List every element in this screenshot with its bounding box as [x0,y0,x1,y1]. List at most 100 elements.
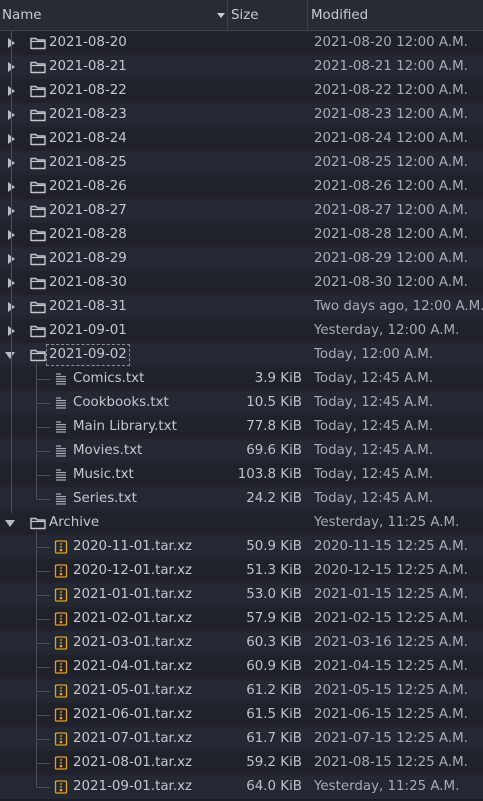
item-name: 2021-08-27 [49,203,127,218]
text-file-icon [54,444,70,458]
expand-arrow-icon[interactable] [4,31,16,55]
item-name: Archive [49,515,100,530]
item-modified: Today, 12:45 A.M. [314,371,434,386]
folder-row[interactable]: 2021-08-24 2021-08-24 12:00 A.M. [0,127,483,151]
item-name: 2021-02-01.tar.xz [73,611,193,626]
item-modified: Yesterday, 11:25 A.M. [314,515,460,530]
expand-arrow-icon[interactable] [4,295,16,319]
file-row[interactable]: 2021-09-01.tar.xz 64.0 KiB Yesterday, 11:2… [0,775,483,799]
file-row[interactable]: 2021-06-01.tar.xz 61.5 KiB 2021-06-15 12:2… [0,703,483,727]
item-name: 2021-05-01.tar.xz [73,683,193,698]
item-size: 51.3 KiB [246,563,302,578]
folder-row[interactable]: 2021-08-29 2021-08-29 12:00 A.M. [0,247,483,271]
item-modified: 2021-08-21 12:00 A.M. [314,59,468,74]
tree-connector-line [36,595,50,596]
expand-arrow-icon[interactable] [4,127,16,151]
item-size: 77.8 KiB [246,419,302,434]
folder-row[interactable]: 2021-08-28 2021-08-28 12:00 A.M. [0,223,483,247]
collapse-arrow-icon[interactable] [4,511,16,535]
item-modified: 2021-08-26 12:00 A.M. [314,179,468,194]
item-size: 103.8 KiB [237,467,302,482]
folder-row[interactable]: 2021-08-31 Two days ago, 12:00 A.M. [0,295,483,319]
tree-connector-line [36,715,50,716]
item-name: 2021-08-31 [49,299,127,314]
file-tree: 2021-08-20 2021-08-20 12:00 A.M. 2021-08-2… [0,31,483,799]
item-name: 2021-07-01.tar.xz [73,731,193,746]
item-name: 2021-08-01.tar.xz [73,755,193,770]
file-row[interactable]: 2021-01-01.tar.xz 53.0 KiB 2021-01-15 12:2… [0,583,483,607]
item-modified: 2021-03-16 12:25 A.M. [314,635,468,650]
column-header-name[interactable]: Name [0,0,227,30]
file-row[interactable]: 2021-02-01.tar.xz 57.9 KiB 2021-02-15 12:2… [0,607,483,631]
expand-arrow-icon[interactable] [4,151,16,175]
folder-row[interactable]: 2021-08-23 2021-08-23 12:00 A.M. [0,103,483,127]
expand-arrow-icon[interactable] [4,247,16,271]
file-row[interactable]: Series.txt 24.2 KiB Today, 12:45 A.M. [0,487,483,511]
item-modified: 2021-08-27 12:00 A.M. [314,203,468,218]
item-modified: 2021-08-23 12:00 A.M. [314,107,468,122]
text-file-icon [54,396,70,410]
item-modified: Yesterday, 12:00 A.M. [314,323,460,338]
file-row[interactable]: Movies.txt 69.6 KiB Today, 12:45 A.M. [0,439,483,463]
file-row[interactable]: Comics.txt 3.9 KiB Today, 12:45 A.M. [0,367,483,391]
folder-icon [30,180,46,194]
expand-arrow-icon[interactable] [4,103,16,127]
item-modified: 2021-02-15 12:25 A.M. [314,611,468,626]
expand-arrow-icon[interactable] [4,175,16,199]
file-row[interactable]: 2020-12-01.tar.xz 51.3 KiB 2020-12-15 12:2… [0,559,483,583]
item-name: 2021-09-01 [49,323,127,338]
expand-arrow-icon[interactable] [4,199,16,223]
expand-arrow-icon[interactable] [4,223,16,247]
folder-row[interactable]: 2021-08-21 2021-08-21 12:00 A.M. [0,55,483,79]
file-row[interactable]: 2021-05-01.tar.xz 61.2 KiB 2021-05-15 12:2… [0,679,483,703]
text-file-icon [54,372,70,386]
folder-icon [30,84,46,98]
folder-icon [30,252,46,266]
item-size: 61.2 KiB [246,683,302,698]
file-row[interactable]: 2020-11-01.tar.xz 50.9 KiB 2020-11-15 12:2… [0,535,483,559]
folder-row[interactable]: 2021-09-01 Yesterday, 12:00 A.M. [0,319,483,343]
file-row[interactable]: Cookbooks.txt 10.5 KiB Today, 12:45 A.M. [0,391,483,415]
item-modified: 2020-12-15 12:25 A.M. [314,563,468,578]
expand-arrow-icon[interactable] [4,319,16,343]
tree-connector-line [36,403,50,404]
file-row[interactable]: 2021-03-01.tar.xz 60.3 KiB 2021-03-16 12:2… [0,631,483,655]
file-row[interactable]: 2021-04-01.tar.xz 60.9 KiB 2021-04-15 12:2… [0,655,483,679]
expand-arrow-icon[interactable] [4,271,16,295]
folder-row[interactable]: 2021-08-27 2021-08-27 12:00 A.M. [0,199,483,223]
folder-icon [30,108,46,122]
column-header-bar: Name Size Modified [0,0,483,31]
item-modified: 2021-01-15 12:25 A.M. [314,587,468,602]
folder-row[interactable]: 2021-08-30 2021-08-30 12:00 A.M. [0,271,483,295]
file-row[interactable]: Main Library.txt 77.8 KiB Today, 12:45 A.M… [0,415,483,439]
folder-row[interactable]: 2021-08-26 2021-08-26 12:00 A.M. [0,175,483,199]
file-row[interactable]: 2021-07-01.tar.xz 61.7 KiB 2021-07-15 12:2… [0,727,483,751]
column-header-size[interactable]: Size [227,0,307,30]
item-modified: Today, 12:45 A.M. [314,443,434,458]
expand-arrow-icon[interactable] [4,79,16,103]
item-modified: Today, 12:00 A.M. [314,347,434,362]
folder-row[interactable]: 2021-08-22 2021-08-22 12:00 A.M. [0,79,483,103]
item-modified: 2021-05-15 12:25 A.M. [314,683,468,698]
archive-file-icon [54,612,70,626]
folder-row[interactable]: 2021-08-20 2021-08-20 12:00 A.M. [0,31,483,55]
item-name: 2021-09-01.tar.xz [73,779,193,794]
folder-row[interactable]: Archive Yesterday, 11:25 A.M. [0,511,483,535]
tree-connector-line [11,31,12,513]
tree-connector-line [36,667,50,668]
expand-arrow-icon[interactable] [4,55,16,79]
folder-row[interactable]: 2021-09-02 Today, 12:00 A.M. [0,343,483,367]
text-file-icon [54,420,70,434]
tree-connector-line [36,475,50,476]
archive-file-icon [54,564,70,578]
column-header-modified[interactable]: Modified [307,0,483,30]
file-row[interactable]: 2021-08-01.tar.xz 59.2 KiB 2021-08-15 12:2… [0,751,483,775]
archive-file-icon [54,540,70,554]
file-row[interactable]: Music.txt 103.8 KiB Today, 12:45 A.M. [0,463,483,487]
collapse-arrow-icon[interactable] [4,343,16,367]
folder-row[interactable]: 2021-08-25 2021-08-25 12:00 A.M. [0,151,483,175]
column-header-name-label: Name [2,8,42,23]
item-modified: Two days ago, 12:00 A.M. [314,299,483,314]
column-header-size-label: Size [231,8,259,23]
item-modified: 2021-08-22 12:00 A.M. [314,83,468,98]
